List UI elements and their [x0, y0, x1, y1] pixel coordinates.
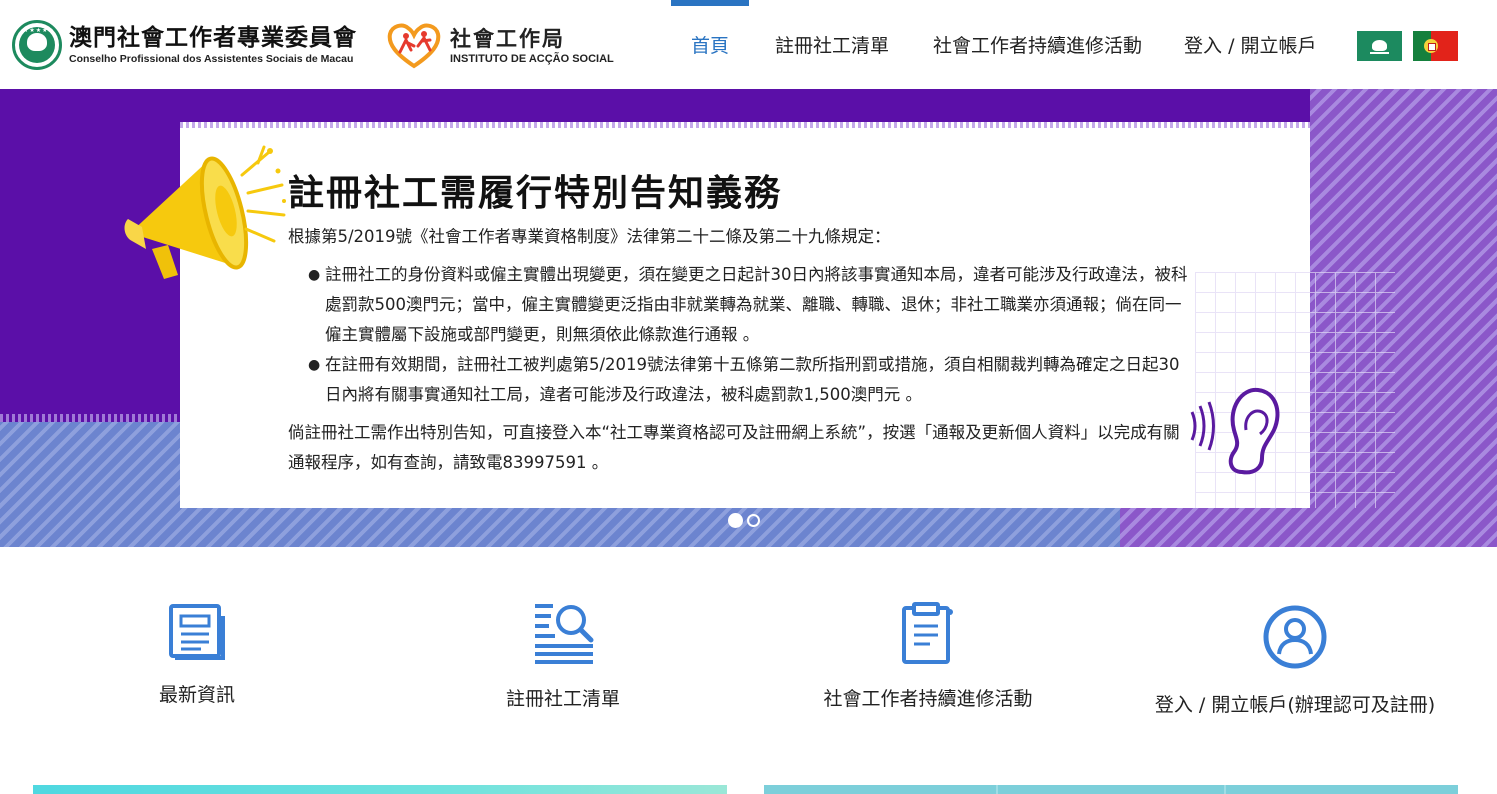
quick-link-login[interactable]: 登入 / 開立帳戶(辦理認可及註冊) [1130, 604, 1460, 717]
quick-link-label: 註冊社工清單 [505, 688, 620, 710]
clipboard-icon [902, 602, 953, 664]
ias-name-zh: 社會工作局 [450, 27, 565, 51]
news-icon [169, 604, 225, 660]
language-portuguese-flag-icon[interactable] [1413, 31, 1458, 61]
list-search-icon [535, 604, 594, 664]
quick-link-label: 登入 / 開立帳戶(辦理認可及註冊) [1154, 694, 1436, 716]
user-icon [1263, 605, 1327, 669]
slider-dots [728, 513, 760, 528]
feature-banner-left[interactable] [33, 785, 727, 794]
notice-bullet: 註冊社工的身份資料或僱主實體出現變更，須在變更之日起計30日內將該事實通知本局，… [308, 260, 1188, 350]
site-header: ★★★★★ 澳門社會工作者專業委員會 Conselho Profissional… [0, 0, 1497, 89]
org-name-pt: Conselho Profissional dos Assistentes So… [69, 53, 354, 65]
main-nav: 首頁 註冊社工清單 社會工作者持續進修活動 登入 / 開立帳戶 [671, 0, 1317, 89]
ias-name-pt: INSTITUTO DE ACÇÃO SOCIAL [450, 53, 614, 65]
nav-login-register[interactable]: 登入 / 開立帳戶 [1184, 0, 1316, 89]
heart-people-icon [386, 22, 442, 70]
macau-seal-icon: ★★★★★ [12, 20, 62, 70]
notice-footer: 倘註冊社工需作出特別告知，可直接登入本“社工專業資格認可及註冊網上系統”，按選「… [288, 423, 1180, 472]
slide-dot-2[interactable] [747, 514, 760, 527]
org-logo[interactable]: ★★★★★ 澳門社會工作者專業委員會 Conselho Profissional… [12, 20, 357, 70]
notice-card: 註冊社工需履行特別告知義務 根據第5/2019號《社會工作者專業資格制度》法律第… [180, 122, 1395, 508]
quick-link-label: 社會工作者持續進修活動 [823, 688, 1033, 710]
notice-bullet: 在註冊有效期間，註冊社工被判處第5/2019號法律第十五條第二款所指刑罰或措施，… [308, 350, 1188, 410]
nav-continuing-education[interactable]: 社會工作者持續進修活動 [933, 0, 1142, 89]
quick-link-label: 最新資訊 [158, 684, 235, 706]
slide-dot-1[interactable] [728, 513, 743, 528]
quick-links: 最新資訊 註冊社工清單 社會工作者持續進修活動 登入 / 開立帳戶(辦理認可及註… [0, 547, 1497, 785]
hero-banner[interactable]: 註冊社工需履行特別告知義務 根據第5/2019號《社會工作者專業資格制度》法律第… [0, 89, 1497, 547]
nav-registered-social-workers[interactable]: 註冊社工清單 [775, 0, 889, 89]
feature-banner-right[interactable] [764, 785, 1458, 794]
megaphone-icon [124, 145, 286, 279]
ear-icon [1190, 387, 1280, 475]
notice-intro: 根據第5/2019號《社會工作者專業資格制度》法律第二十二條及第二十九條規定： [288, 227, 891, 246]
nav-home[interactable]: 首頁 [671, 0, 749, 89]
quick-link-continuing-education[interactable]: 社會工作者持續進修活動 [778, 602, 1078, 711]
quick-link-registered-list[interactable]: 註冊社工清單 [463, 602, 663, 711]
notice-title: 註冊社工需履行特別告知義務 [288, 173, 783, 214]
quick-link-news[interactable]: 最新資訊 [97, 604, 297, 707]
ias-logo[interactable]: 社會工作局 INSTITUTO DE ACÇÃO SOCIAL [386, 22, 614, 70]
org-name-zh: 澳門社會工作者專業委員會 [69, 25, 357, 51]
notice-bullets: 註冊社工的身份資料或僱主實體出現變更，須在變更之日起計30日內將該事實通知本局，… [308, 260, 1188, 410]
language-chinese-flag-icon[interactable] [1357, 31, 1402, 61]
